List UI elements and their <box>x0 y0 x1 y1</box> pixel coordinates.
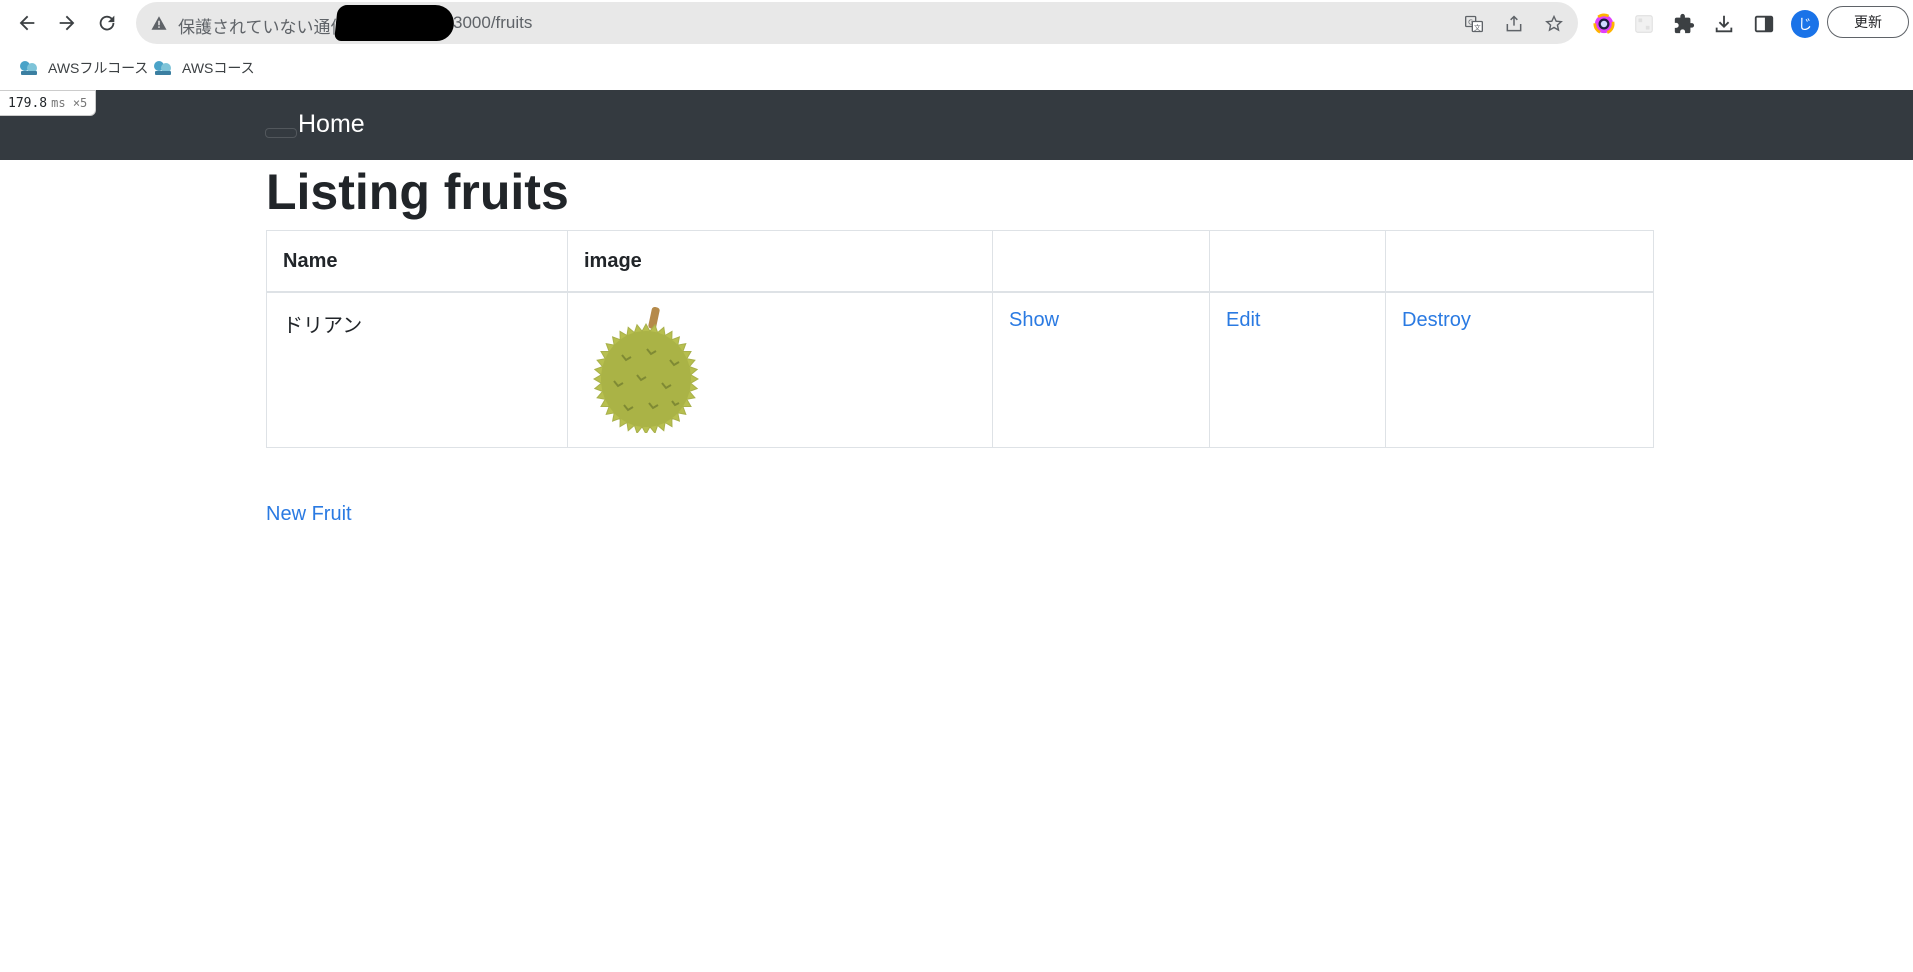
bookmark-label: AWSフルコース <box>48 60 149 76</box>
timing-badge[interactable]: 179.8 ms ×5 <box>0 90 97 116</box>
back-icon[interactable] <box>12 8 42 38</box>
table-row: ドリアン Show Edit Destroy <box>266 291 1654 448</box>
column-header-name: Name <box>266 230 568 293</box>
star-icon[interactable] <box>1542 12 1566 36</box>
fruits-table: Name image ドリアン Show Edit Destroy <box>266 230 1654 448</box>
page-title: Listing fruits <box>266 164 569 220</box>
profile-avatar[interactable]: じ <box>1791 10 1819 38</box>
destroy-cell: Destroy <box>1385 291 1654 448</box>
translate-icon[interactable]: G文 <box>1462 12 1486 36</box>
update-button[interactable]: 更新 <box>1827 6 1909 38</box>
edit-cell: Edit <box>1209 291 1386 448</box>
bookmark-item[interactable]: AWSフルコース <box>18 57 148 79</box>
fruit-name-cell: ドリアン <box>266 291 568 448</box>
color-picker-extension-icon[interactable] <box>1591 11 1617 37</box>
warning-icon[interactable] <box>148 12 170 34</box>
timing-unit: ms ×5 <box>51 96 88 110</box>
table-header-row: Name image <box>266 230 1654 293</box>
show-link[interactable]: Show <box>1009 309 1059 331</box>
fruit-image-cell <box>567 291 993 448</box>
redacted-host <box>334 5 456 41</box>
security-status-text[interactable]: 保護されていない通信 <box>178 13 348 38</box>
bookmarks-bar: AWSフルコース AWSコース <box>0 46 1913 90</box>
bookmark-favicon-icon <box>154 61 171 75</box>
show-cell: Show <box>992 291 1210 448</box>
share-icon[interactable] <box>1502 12 1526 36</box>
column-header-image: image <box>567 230 993 293</box>
svg-text:文: 文 <box>1474 23 1481 32</box>
side-panel-icon[interactable] <box>1751 11 1777 37</box>
address-bar[interactable]: 保護されていない通信 3000/fruits G文 <box>136 2 1578 44</box>
nav-home-link[interactable]: Home <box>298 110 365 139</box>
durian-image <box>593 306 699 433</box>
extension-icon[interactable] <box>1631 11 1657 37</box>
navbar-toggler[interactable] <box>265 128 297 138</box>
download-icon[interactable] <box>1711 11 1737 37</box>
column-header-blank <box>1385 230 1654 293</box>
column-header-blank <box>1209 230 1386 293</box>
destroy-link[interactable]: Destroy <box>1402 309 1471 331</box>
reload-icon[interactable] <box>92 8 122 38</box>
site-navbar: Home <box>0 90 1913 160</box>
puzzle-icon[interactable] <box>1671 11 1697 37</box>
bookmark-label: AWSコース <box>182 60 255 76</box>
bookmark-favicon-icon <box>20 61 37 75</box>
url-text[interactable]: 3000/fruits <box>453 13 532 33</box>
edit-link[interactable]: Edit <box>1226 309 1260 331</box>
bookmark-item[interactable]: AWSコース <box>152 57 255 79</box>
column-header-blank <box>992 230 1210 293</box>
timing-value: 179.8 <box>8 95 48 111</box>
browser-toolbar: 保護されていない通信 3000/fruits G文 じ 更新 <box>0 0 1913 46</box>
new-fruit-link[interactable]: New Fruit <box>266 503 352 526</box>
forward-icon[interactable] <box>52 8 82 38</box>
